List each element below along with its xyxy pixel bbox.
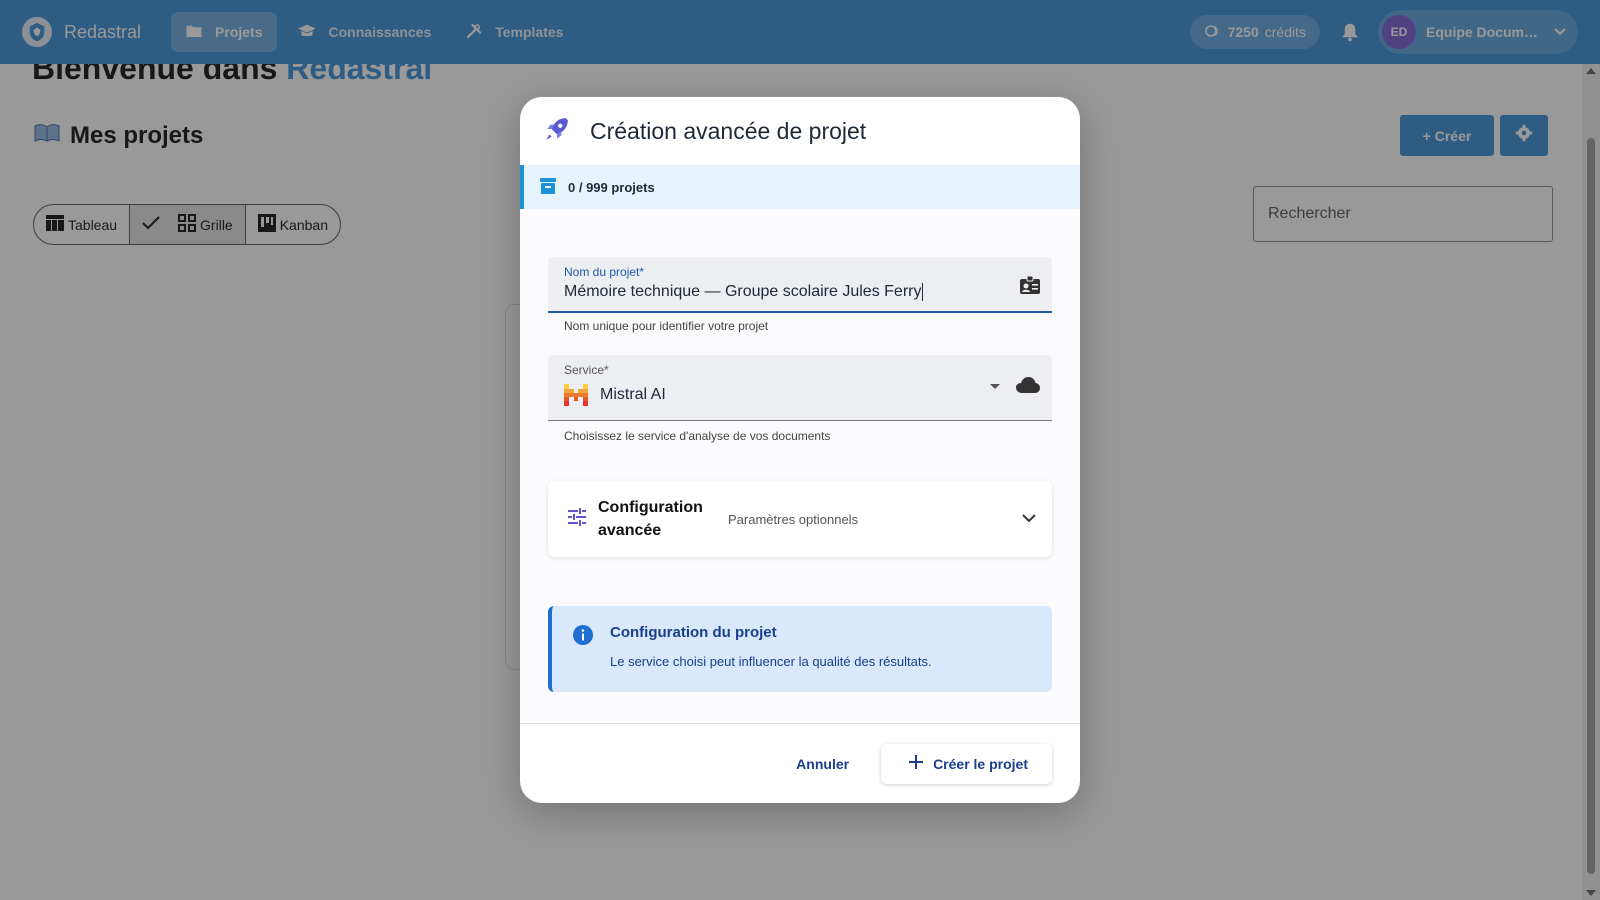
dialog-title: Création avancée de projet (590, 117, 867, 144)
project-name-hint: Nom unique pour identifier votre projet (564, 319, 769, 333)
archive-icon (540, 177, 556, 197)
dialog-header: Création avancée de projet (520, 97, 1080, 165)
id-badge-icon (1020, 275, 1040, 300)
info-text: Le service choisi peut influencer la qua… (610, 654, 932, 669)
service-select[interactable]: Service* Mistral AI (548, 355, 1052, 421)
create-project-dialog: Création avancée de projet 0 / 999 proje… (520, 97, 1080, 803)
advanced-config-panel[interactable]: Configuration avancée Paramètres optionn… (548, 481, 1052, 557)
mistral-logo-icon (564, 384, 588, 406)
service-label: Service* (564, 363, 609, 377)
service-value: Mistral AI (600, 386, 666, 403)
cloud-icon (1016, 377, 1040, 398)
cancel-button[interactable]: Annuler (784, 746, 861, 782)
rocket-icon (544, 116, 570, 147)
project-name-field[interactable]: Nom du projet* Mémoire technique — Group… (548, 257, 1052, 313)
plus-icon (909, 755, 924, 772)
service-hint: Choisissez le service d'analyse de vos d… (564, 429, 831, 443)
advanced-config-subtitle: Paramètres optionnels (728, 511, 859, 527)
dropdown-arrow-icon[interactable] (990, 384, 1000, 389)
project-name-label: Nom du projet* (564, 265, 645, 279)
project-quota-banner: 0 / 999 projets (520, 165, 1080, 209)
dialog-actions: Annuler Créer le projet (520, 723, 1080, 803)
text-caret (922, 283, 924, 301)
advanced-config-title: Configuration avancée (598, 499, 703, 539)
quota-text: 0 / 999 projets (568, 179, 655, 195)
info-alert: Configuration du projet Le service chois… (548, 606, 1052, 692)
tune-sliders-icon (568, 507, 586, 531)
info-icon (572, 624, 594, 651)
create-project-submit-button[interactable]: Créer le projet (881, 743, 1052, 784)
project-name-input[interactable]: Mémoire technique — Groupe scolaire Jule… (564, 283, 921, 301)
info-title: Configuration du projet (610, 624, 777, 641)
dialog-body: Nom du projet* Mémoire technique — Group… (520, 209, 1080, 723)
chevron-down-icon[interactable] (1022, 510, 1036, 528)
